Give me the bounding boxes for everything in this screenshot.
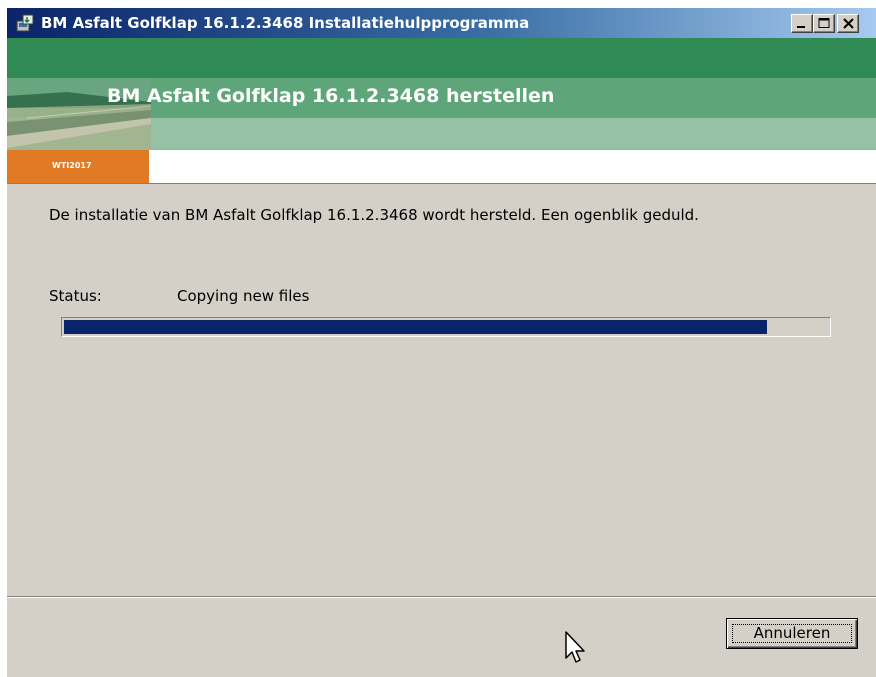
wti-logo-text: WTI2017 bbox=[52, 161, 92, 170]
progress-fill bbox=[64, 320, 767, 334]
banner-title: BM Asfalt Golfklap 16.1.2.3468 herstelle… bbox=[107, 85, 555, 107]
logo-strip: WTI2017 bbox=[7, 150, 876, 183]
close-icon bbox=[843, 18, 854, 29]
window-title: BM Asfalt Golfklap 16.1.2.3468 Installat… bbox=[41, 14, 530, 32]
repair-description: De installatie van BM Asfalt Golfklap 16… bbox=[49, 206, 699, 224]
status-value: Copying new files bbox=[177, 287, 310, 305]
header-divider bbox=[7, 183, 876, 184]
title-bar[interactable]: BM Asfalt Golfklap 16.1.2.3468 Installat… bbox=[7, 8, 876, 38]
header-banner: BM Asfalt Golfklap 16.1.2.3468 herstelle… bbox=[7, 38, 876, 150]
maximize-button[interactable] bbox=[813, 14, 835, 33]
progress-bar bbox=[61, 317, 831, 337]
mouse-cursor-icon bbox=[565, 631, 585, 663]
footer-divider-highlight bbox=[7, 597, 876, 598]
maximize-icon bbox=[818, 18, 830, 28]
cancel-button[interactable]: Annuleren bbox=[726, 618, 858, 649]
status-label: Status: bbox=[49, 287, 102, 305]
close-button[interactable] bbox=[837, 14, 859, 33]
minimize-button[interactable] bbox=[791, 14, 813, 33]
wti-logo-tab: WTI2017 bbox=[7, 150, 149, 183]
minimize-icon bbox=[797, 26, 805, 28]
cancel-button-label: Annuleren bbox=[753, 624, 831, 642]
banner-band-dark bbox=[7, 38, 876, 78]
installer-icon bbox=[16, 14, 34, 32]
installer-window: BM Asfalt Golfklap 16.1.2.3468 Installat… bbox=[6, 8, 876, 677]
